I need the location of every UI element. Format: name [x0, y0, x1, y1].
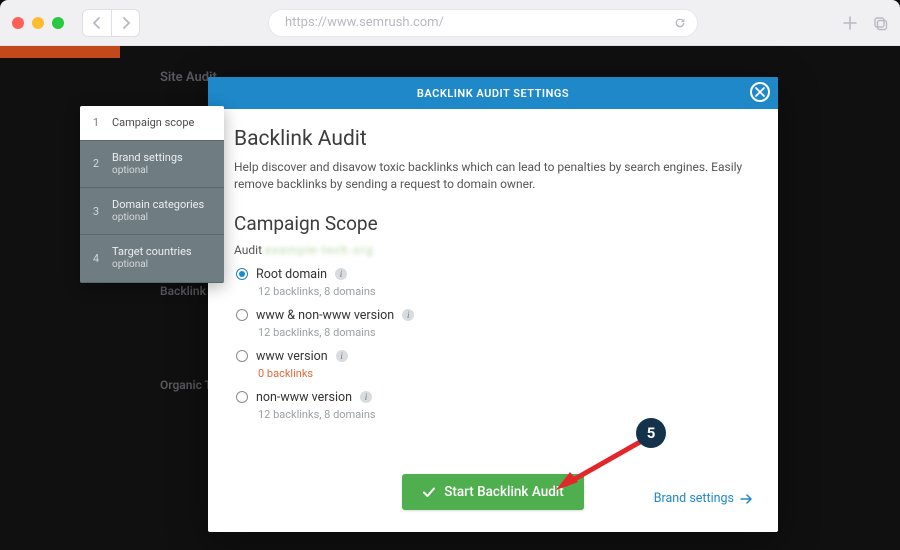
- step-label: Domain categoriesoptional: [112, 198, 204, 224]
- audit-domain-line: Audit example-tech.org: [234, 243, 752, 257]
- option-label: www version: [256, 349, 328, 364]
- forward-button[interactable]: [111, 10, 139, 36]
- option-sub: 12 backlinks, 8 domains: [236, 285, 752, 298]
- check-icon: [422, 485, 436, 499]
- radio-icon[interactable]: [236, 309, 248, 321]
- modal-description: Help discover and disavow toxic backlink…: [234, 159, 752, 194]
- step-label: Brand settingsoptional: [112, 151, 183, 177]
- option-label: www & non-www version: [256, 308, 394, 323]
- start-button-label: Start Backlink Audit: [444, 484, 564, 500]
- arrow-right-icon: [740, 494, 752, 504]
- option-nonwww[interactable]: non-www version i 12 backlinks, 8 domain…: [234, 390, 752, 421]
- annotation-badge: 5: [636, 418, 666, 448]
- new-tab-icon[interactable]: [842, 15, 858, 31]
- step-label: Target countriesoptional: [112, 245, 192, 271]
- bg-organic-title: Organic T: [160, 378, 212, 392]
- audit-domain-value: example-tech.org: [265, 243, 374, 257]
- brand-bar: [0, 46, 120, 58]
- info-icon[interactable]: i: [335, 268, 347, 280]
- settings-modal: BACKLINK AUDIT SETTINGS Backlink Audit H…: [208, 77, 778, 532]
- info-icon[interactable]: i: [402, 309, 414, 321]
- minimize-window-icon[interactable]: [32, 17, 44, 29]
- option-sub: 12 backlinks, 8 domains: [236, 326, 752, 339]
- option-www[interactable]: www version i 0 backlinks: [234, 349, 752, 380]
- modal-header-title: BACKLINK AUDIT SETTINGS: [417, 87, 569, 100]
- option-root-domain[interactable]: Root domain i 12 backlinks, 8 domains: [234, 267, 752, 298]
- close-window-icon[interactable]: [12, 17, 24, 29]
- close-icon[interactable]: [750, 82, 770, 102]
- radio-icon[interactable]: [236, 350, 248, 362]
- step-target-countries[interactable]: 4 Target countriesoptional: [80, 235, 224, 282]
- modal-body: Backlink Audit Help discover and disavow…: [208, 109, 778, 532]
- url-text: https://www.semrush.com/: [285, 15, 444, 30]
- option-label: Root domain: [256, 267, 327, 282]
- wizard-stepper: 1 Campaign scope 2 Brand settingsoptiona…: [80, 106, 224, 283]
- info-icon[interactable]: i: [360, 391, 372, 403]
- radio-icon[interactable]: [236, 268, 248, 280]
- nav-buttons: [82, 9, 140, 37]
- step-brand-settings[interactable]: 2 Brand settingsoptional: [80, 141, 224, 188]
- window-controls: [12, 17, 64, 29]
- brand-settings-link[interactable]: Brand settings: [654, 491, 752, 506]
- url-bar[interactable]: https://www.semrush.com/: [268, 9, 698, 37]
- modal-header: BACKLINK AUDIT SETTINGS: [208, 77, 778, 109]
- back-button[interactable]: [83, 10, 111, 36]
- annotation-arrow-icon: [548, 438, 648, 494]
- step-campaign-scope[interactable]: 1 Campaign scope: [80, 106, 224, 141]
- reload-icon[interactable]: [673, 16, 687, 30]
- option-label: non-www version: [256, 390, 352, 405]
- radio-icon[interactable]: [236, 391, 248, 403]
- option-www-nonwww[interactable]: www & non-www version i 12 backlinks, 8 …: [234, 308, 752, 339]
- maximize-window-icon[interactable]: [52, 17, 64, 29]
- modal-title: Backlink Audit: [234, 127, 752, 151]
- option-sub: 0 backlinks: [236, 367, 752, 380]
- modal-footer: Start Backlink Audit Brand settings: [208, 458, 778, 532]
- info-icon[interactable]: i: [336, 350, 348, 362]
- step-label: Campaign scope: [112, 116, 194, 130]
- tabs-icon[interactable]: [872, 15, 888, 31]
- step-domain-categories[interactable]: 3 Domain categoriesoptional: [80, 188, 224, 235]
- scope-options: Root domain i 12 backlinks, 8 domains ww…: [234, 267, 752, 421]
- browser-chrome: https://www.semrush.com/: [0, 0, 900, 46]
- section-title: Campaign Scope: [234, 212, 752, 235]
- option-sub: 12 backlinks, 8 domains: [236, 408, 752, 421]
